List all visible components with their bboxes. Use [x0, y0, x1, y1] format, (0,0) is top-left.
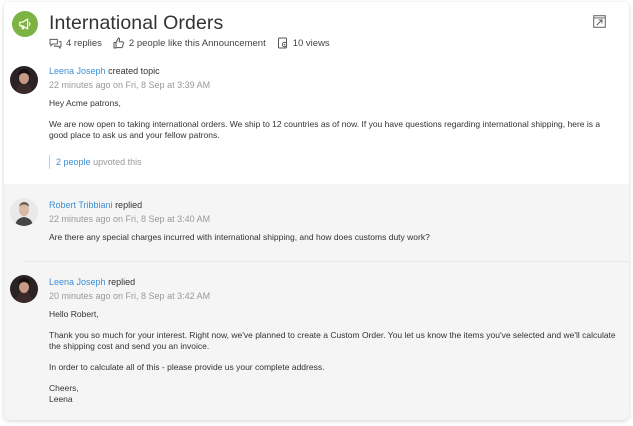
expand-icon[interactable] [593, 15, 606, 28]
post-body: Are there any special charges incurred w… [49, 232, 430, 242]
upvote-info: 2 people upvoted this [49, 155, 142, 169]
post-item: Robert Tribbiani replied 22 minutes ago … [4, 184, 629, 261]
post-divider [24, 261, 629, 262]
avatar[interactable] [10, 198, 38, 226]
post-body: Hey Acme patrons, We are now open to tak… [49, 98, 601, 140]
views-icon [277, 37, 287, 49]
replies-count[interactable]: 4 replies [49, 38, 102, 49]
author-link[interactable]: Leena Joseph [49, 66, 106, 76]
views-count: 10 views [277, 37, 330, 49]
topic-meta: 4 replies 2 people like this Announcemen… [49, 37, 341, 49]
avatar[interactable] [10, 66, 38, 94]
upvoters-link[interactable]: 2 people [56, 157, 91, 167]
page-title: International Orders [49, 12, 224, 34]
author-link[interactable]: Leena Joseph [49, 277, 106, 287]
post-body: Hello Robert, Thank you so much for your… [49, 309, 616, 404]
post-byline: Leena Joseph replied [49, 277, 136, 287]
avatar[interactable] [10, 275, 38, 303]
topic-card: International Orders 4 replies 2 people … [4, 2, 629, 420]
post-byline: Leena Joseph created topic [49, 66, 160, 76]
post-timestamp: 20 minutes ago on Fri, 8 Sep at 3:42 AM [49, 291, 211, 301]
author-link[interactable]: Robert Tribbiani [49, 200, 113, 210]
topic-header: International Orders 4 replies 2 people … [4, 2, 629, 60]
post-item: Leena Joseph replied 20 minutes ago on F… [4, 261, 629, 420]
post-timestamp: 22 minutes ago on Fri, 8 Sep at 3:39 AM [49, 80, 211, 90]
post-byline: Robert Tribbiani replied [49, 200, 143, 210]
comments-icon [49, 38, 62, 49]
post-item: Leena Joseph created topic 22 minutes ag… [4, 60, 629, 184]
megaphone-icon [12, 11, 38, 37]
thumbs-up-icon [113, 37, 124, 49]
post-timestamp: 22 minutes ago on Fri, 8 Sep at 3:40 AM [49, 214, 211, 224]
likes-count[interactable]: 2 people like this Announcement [113, 37, 266, 49]
